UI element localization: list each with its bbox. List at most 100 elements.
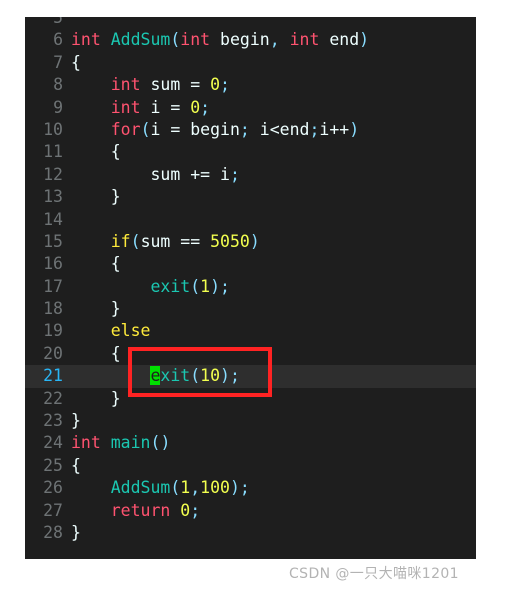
line-number-25: 25 xyxy=(43,455,63,475)
code-line-24[interactable]: 24 int main() xyxy=(25,432,476,454)
code-token: i<end xyxy=(249,119,310,139)
code-token: 0 xyxy=(210,75,221,95)
code-line-21[interactable]: 21 exit(10); xyxy=(25,365,476,388)
code-token: i = begin xyxy=(150,119,240,139)
code-token: ; xyxy=(220,75,230,95)
code-token: ( xyxy=(130,231,141,251)
code-token: } xyxy=(71,522,81,542)
code-token: } xyxy=(71,299,121,319)
code-token: return xyxy=(110,500,171,520)
code-token: { xyxy=(71,455,81,475)
code-token: i = xyxy=(140,97,191,117)
code-text-6: int AddSum(int begin, int end) xyxy=(71,29,476,51)
code-line-26[interactable]: 26 AddSum(1,100); xyxy=(25,477,476,499)
code-token: sum += i xyxy=(71,164,230,184)
code-editor[interactable]: 5 6 int AddSum(int begin, int end) 7{8 int … xyxy=(25,17,476,559)
code-line-5[interactable]: 5 xyxy=(25,17,476,29)
code-token: end xyxy=(319,30,360,50)
code-token: ( xyxy=(140,119,151,139)
code-token: ; xyxy=(239,478,250,498)
line-number-13: 13 xyxy=(43,187,63,207)
code-text-7: { xyxy=(71,52,476,74)
line-number-27: 27 xyxy=(43,500,63,520)
code-token: ( xyxy=(150,433,161,453)
code-token: xit xyxy=(160,366,191,386)
code-token: { xyxy=(71,254,121,274)
code-token: ) xyxy=(349,119,360,139)
code-line-11[interactable]: 11 { xyxy=(25,141,476,163)
code-line-22[interactable]: 22 } xyxy=(25,388,476,410)
code-line-18[interactable]: 18 } xyxy=(25,298,476,320)
code-token: ) xyxy=(229,478,240,498)
code-text-10: for(i = begin; i<end;i++) xyxy=(71,119,476,141)
code-text-16: { xyxy=(71,253,476,275)
code-line-19[interactable]: 19 else xyxy=(25,320,476,342)
code-text-17: exit(1); xyxy=(71,276,476,298)
code-token: int xyxy=(180,30,211,50)
line-number-17: 17 xyxy=(43,276,63,296)
code-token: if xyxy=(110,231,131,251)
line-number-23: 23 xyxy=(43,411,63,431)
code-line-14[interactable]: 14 xyxy=(25,209,476,231)
code-text-20: { xyxy=(71,343,476,365)
line-number-14: 14 xyxy=(43,209,63,229)
code-line-27[interactable]: 27 return 0; xyxy=(25,500,476,522)
code-line-16[interactable]: 16 { xyxy=(25,253,476,275)
code-token: { xyxy=(71,343,121,363)
code-token: ( xyxy=(190,366,201,386)
code-token: ; xyxy=(229,366,240,386)
text-cursor-block: e xyxy=(150,366,161,386)
code-line-9[interactable]: 9 int i = 0; xyxy=(25,97,476,119)
code-text-21: exit(10); xyxy=(71,365,476,387)
line-number-20: 20 xyxy=(43,343,63,363)
code-token: 0 xyxy=(180,500,191,520)
code-line-12[interactable]: 12 sum += i; xyxy=(25,164,476,186)
code-line-list[interactable]: 5 6 int AddSum(int begin, int end) 7{8 int … xyxy=(25,17,476,544)
code-token: ; xyxy=(229,164,240,184)
code-token: } xyxy=(71,187,121,207)
line-number-5: 5 xyxy=(53,17,63,27)
code-line-6[interactable]: 6 int AddSum(int begin, int end) xyxy=(25,29,476,51)
code-token: 5050 xyxy=(210,231,250,251)
line-number-24: 24 xyxy=(43,433,63,453)
code-line-28[interactable]: 28} xyxy=(25,522,476,544)
code-token: 10 xyxy=(200,366,221,386)
code-line-20[interactable]: 20 { xyxy=(25,343,476,365)
code-token: , xyxy=(190,478,201,498)
code-line-13[interactable]: 13 } xyxy=(25,186,476,208)
code-text-13: } xyxy=(71,186,476,208)
code-line-15[interactable]: 15 if(sum == 5050) xyxy=(25,231,476,253)
code-token: ) xyxy=(359,30,370,50)
code-token: ( xyxy=(170,30,181,50)
code-text-9: int i = 0; xyxy=(71,97,476,119)
watermark-text: CSDN @一只大喵咪1201 xyxy=(289,566,459,582)
code-text-24: int main() xyxy=(71,432,476,454)
code-line-25[interactable]: 25 { xyxy=(25,455,476,477)
code-line-8[interactable]: 8 int sum = 0; xyxy=(25,74,476,96)
code-text-8: int sum = 0; xyxy=(71,74,476,96)
code-token: { xyxy=(71,52,81,72)
code-token: ( xyxy=(170,478,181,498)
code-token: ; xyxy=(200,97,211,117)
code-line-23[interactable]: 23} xyxy=(25,410,476,432)
line-number-22: 22 xyxy=(43,388,63,408)
code-line-17[interactable]: 17 exit(1); xyxy=(25,276,476,298)
line-number-15: 15 xyxy=(43,231,63,251)
code-text-12: sum += i; xyxy=(71,164,476,186)
code-line-7[interactable]: 7{ xyxy=(25,52,476,74)
code-line-10[interactable]: 10 for(i = begin; i<end;i++) xyxy=(25,119,476,141)
line-number-12: 12 xyxy=(43,164,63,184)
code-token: AddSum xyxy=(110,30,171,50)
code-token: begin xyxy=(210,30,270,50)
code-token: ) xyxy=(220,366,230,386)
code-token: ; xyxy=(309,119,320,139)
code-text-27: return 0; xyxy=(71,500,476,522)
code-token: 0 xyxy=(190,97,201,117)
